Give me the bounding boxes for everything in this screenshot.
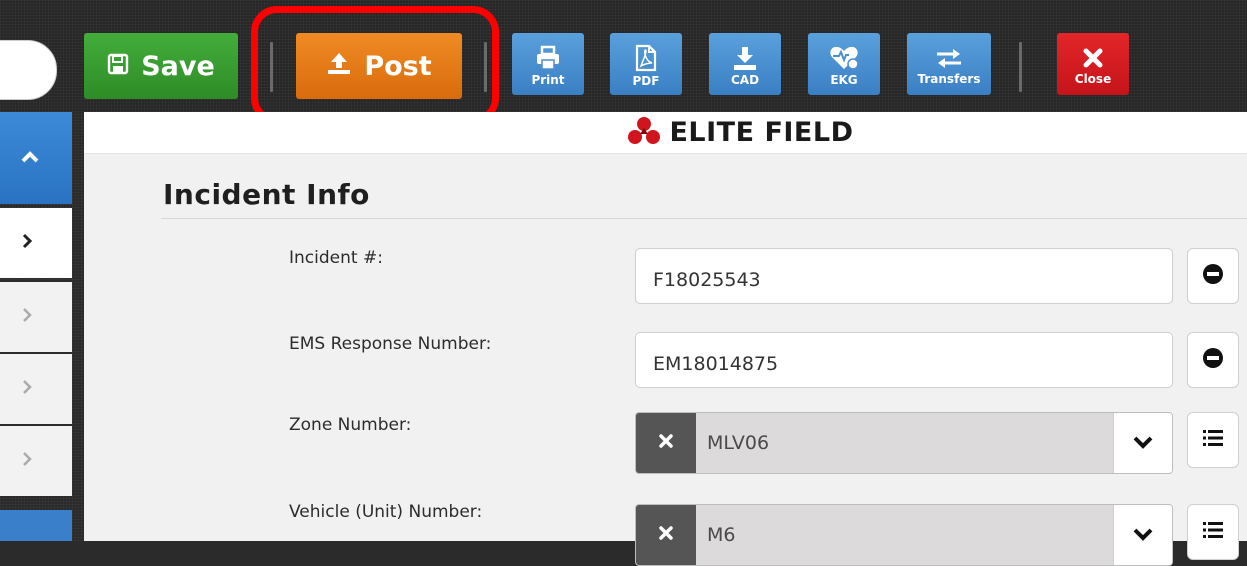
rail-item-current[interactable]	[0, 208, 72, 278]
list-icon	[1202, 428, 1224, 452]
ekg-button[interactable]: EKG	[808, 33, 880, 95]
zone-number-value: MLV06	[696, 413, 1113, 473]
section-divider	[161, 218, 1247, 219]
vehicle-number-label: Vehicle (Unit) Number:	[289, 502, 483, 522]
post-highlight-annotation	[251, 6, 499, 124]
heart-pulse-icon	[829, 45, 859, 71]
pdf-button[interactable]: PDF	[610, 33, 682, 95]
cad-label: CAD	[730, 73, 760, 87]
rail-item[interactable]	[0, 282, 72, 352]
ems-response-number-label: EMS Response Number:	[289, 334, 492, 354]
chevron-right-icon	[20, 306, 34, 328]
transfers-label: Transfers	[917, 72, 981, 86]
search-pill[interactable]	[0, 40, 57, 100]
vehicle-number-select[interactable]: M6	[635, 504, 1173, 566]
main-panel: ELITE FIELD Incident Info Incident #: F1…	[84, 112, 1247, 566]
save-label: Save	[141, 50, 215, 82]
print-label: Print	[531, 73, 565, 87]
pdf-label: PDF	[632, 74, 660, 88]
save-button[interactable]: Save	[84, 33, 238, 99]
vehicle-number-value: M6	[696, 505, 1113, 565]
transfers-button[interactable]: Transfers	[907, 33, 991, 95]
incident-number-remove-button[interactable]	[1187, 248, 1239, 304]
zone-number-dropdown-button[interactable]	[1113, 413, 1172, 473]
rail-collapse-button[interactable]	[0, 112, 72, 204]
transfer-arrows-icon	[935, 46, 963, 70]
cad-button[interactable]: CAD	[709, 33, 781, 95]
minus-circle-icon	[1202, 347, 1224, 373]
minus-circle-icon	[1202, 263, 1224, 289]
zone-number-list-button[interactable]	[1187, 412, 1239, 468]
vehicle-number-list-button[interactable]	[1187, 504, 1239, 560]
ems-response-number-remove-button[interactable]	[1187, 332, 1239, 388]
chevron-down-icon	[1132, 526, 1154, 545]
section-title: Incident Info	[163, 178, 370, 211]
brand-bar: ELITE FIELD	[84, 112, 1247, 154]
zone-number-clear-button[interactable]	[636, 413, 696, 473]
chevron-right-icon	[20, 378, 34, 400]
rail-item[interactable]	[0, 426, 72, 496]
toolbar-divider	[1019, 42, 1022, 92]
pdf-file-icon	[634, 44, 658, 72]
ekg-label: EKG	[830, 73, 858, 87]
vehicle-number-clear-button[interactable]	[636, 505, 696, 565]
chevron-down-icon	[1132, 434, 1154, 453]
x-icon	[658, 433, 674, 453]
close-button[interactable]: Close	[1057, 33, 1129, 95]
printer-icon	[535, 45, 561, 71]
elite-logo-icon	[627, 116, 661, 150]
zone-number-select[interactable]: MLV06	[635, 412, 1173, 474]
chevron-up-icon	[20, 149, 40, 168]
incident-number-field[interactable]: F18025543	[635, 248, 1173, 304]
ems-response-number-field[interactable]: EM18014875	[635, 332, 1173, 388]
x-icon	[658, 525, 674, 545]
download-icon	[732, 45, 758, 71]
rail-item-blue[interactable]	[0, 510, 72, 541]
list-icon	[1202, 520, 1224, 544]
close-label: Close	[1074, 72, 1112, 86]
zone-number-label: Zone Number:	[289, 415, 412, 435]
print-button[interactable]: Print	[512, 33, 584, 95]
chevron-right-icon	[20, 450, 34, 472]
brand-name: ELITE FIELD	[669, 117, 854, 148]
incident-number-label: Incident #:	[289, 248, 383, 268]
rail-item[interactable]	[0, 354, 72, 424]
chevron-right-icon	[20, 232, 34, 254]
floppy-disk-icon	[107, 51, 129, 82]
vehicle-number-dropdown-button[interactable]	[1113, 505, 1172, 565]
x-icon	[1081, 46, 1105, 70]
